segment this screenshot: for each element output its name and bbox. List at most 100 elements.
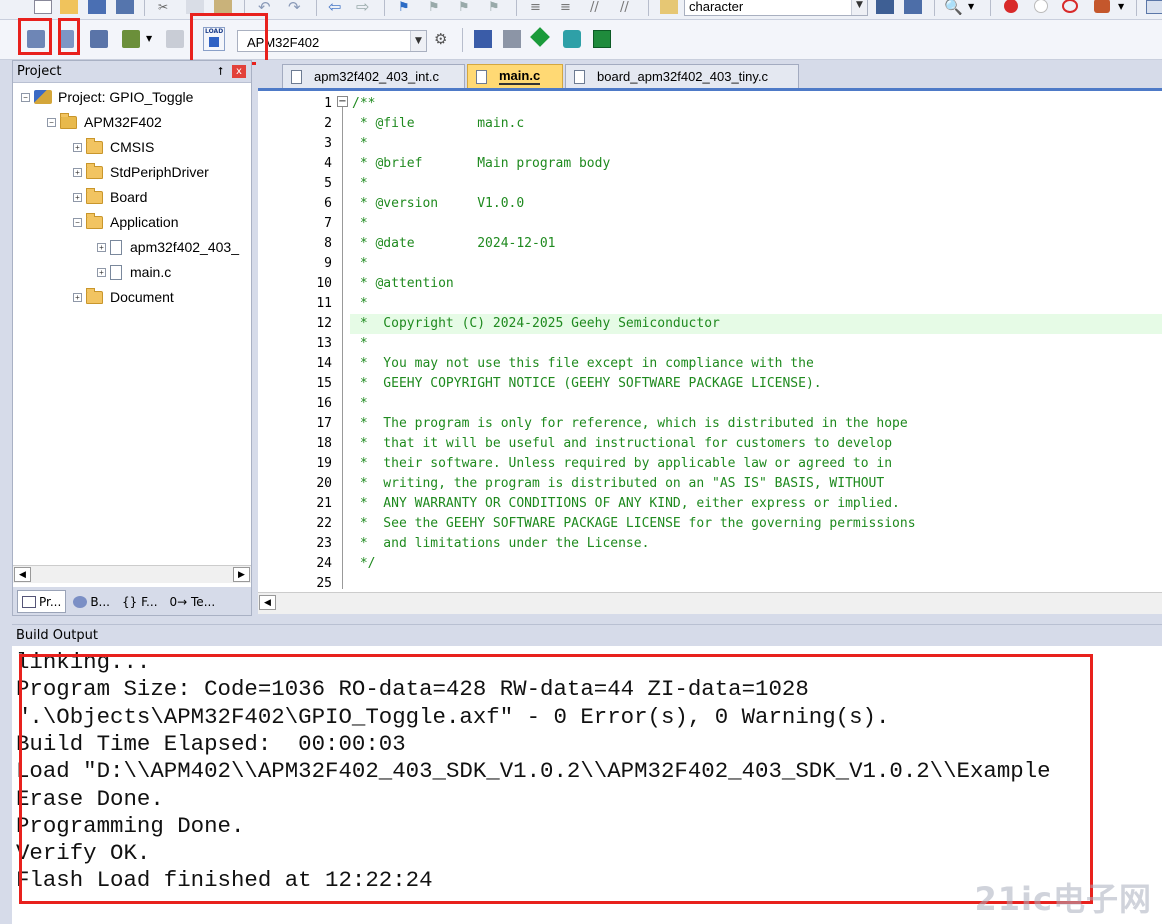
pack-installer-icon[interactable]	[563, 30, 581, 48]
tab-project[interactable]: Pr...	[17, 590, 67, 613]
redo-icon[interactable]: ↷	[288, 0, 306, 16]
rebuild-icon[interactable]	[90, 30, 108, 48]
collapse-icon[interactable]: −	[21, 92, 30, 102]
find-in-files-icon[interactable]	[660, 0, 678, 14]
tree-node-target[interactable]: − APM32F402	[47, 112, 162, 132]
editor-horizontal-scrollbar[interactable]: ◀	[258, 592, 1162, 614]
tree-node-file-int[interactable]: + apm32f402_403_	[97, 237, 239, 257]
open-folder-icon[interactable]	[60, 0, 78, 14]
next-bookmark-icon[interactable]: ⚑	[458, 0, 476, 15]
tab-main-c[interactable]: main.c	[467, 64, 563, 88]
tab-apm32f402-int[interactable]: apm32f402_403_int.c	[282, 64, 465, 88]
navigate-back-icon[interactable]: ⇦	[328, 0, 346, 16]
tree-node-file-main[interactable]: + main.c	[97, 262, 171, 282]
new-file-icon[interactable]	[34, 0, 52, 14]
line-number: 4	[324, 156, 332, 171]
kill-breakpoints-icon[interactable]	[1062, 0, 1078, 13]
manage-rte-icon[interactable]	[530, 27, 550, 47]
tree-node-group-board[interactable]: + Board	[73, 187, 147, 207]
chevron-down-icon[interactable]: ▼	[1118, 2, 1128, 20]
line-number: 11	[316, 296, 332, 311]
debug-session-icon[interactable]: 🔍	[944, 0, 963, 16]
tree-node-group-application[interactable]: − Application	[73, 212, 179, 232]
tab-functions[interactable]: {} F...	[117, 590, 163, 613]
tree-node-group-document[interactable]: + Document	[73, 287, 174, 307]
translate-icon[interactable]	[27, 30, 45, 48]
software-packs-icon[interactable]	[593, 30, 611, 48]
find-icon[interactable]	[876, 0, 894, 14]
tab-books[interactable]: B...	[68, 590, 115, 613]
expand-icon[interactable]: +	[73, 192, 82, 202]
find-combobox[interactable]: character ▼	[684, 0, 868, 16]
save-icon[interactable]	[88, 0, 106, 14]
unindent-icon[interactable]: ≡	[560, 0, 578, 15]
copy-icon[interactable]	[186, 0, 204, 14]
file-icon	[291, 69, 302, 84]
bookmark-icon[interactable]: ⚑	[398, 0, 416, 15]
tree-node-group-stdperiph[interactable]: + StdPeriphDriver	[73, 162, 209, 182]
build-output-line: Programming Done.	[16, 812, 245, 839]
close-icon[interactable]: x	[232, 65, 246, 78]
code-line: /**	[352, 96, 376, 111]
folder-icon	[86, 162, 103, 179]
tree-node-group-cmsis[interactable]: + CMSIS	[73, 137, 154, 157]
line-number: 10	[316, 276, 332, 291]
build-output-panel[interactable]: linking... Program Size: Code=1036 RO-dat…	[12, 646, 1162, 924]
prev-bookmark-icon[interactable]: ⚑	[428, 0, 446, 15]
navigate-forward-icon[interactable]: ⇨	[356, 0, 374, 16]
chevron-down-icon[interactable]: ▼	[851, 0, 867, 15]
batch-build-icon[interactable]	[122, 30, 140, 48]
expand-icon[interactable]: +	[73, 167, 82, 177]
paste-icon[interactable]	[214, 0, 232, 14]
line-number: 6	[324, 196, 332, 211]
chevron-down-icon[interactable]: ▼	[968, 2, 978, 20]
disable-breakpoint-icon[interactable]	[1034, 0, 1048, 13]
configure-tools-icon[interactable]	[1094, 0, 1110, 13]
collapse-icon[interactable]: −	[47, 117, 56, 127]
scroll-right-icon[interactable]: ▶	[233, 567, 250, 582]
pin-icon[interactable]: ⭡	[218, 65, 223, 79]
expand-icon[interactable]: +	[73, 142, 82, 152]
fold-collapse-icon[interactable]: −	[337, 96, 348, 107]
tab-board-tiny[interactable]: board_apm32f402_403_tiny.c	[565, 64, 799, 88]
code-editor[interactable]: 1 2 3 4 5 6 7 8 9 10 11 12 13 14 15 16 17 18 19 20 21 22 23 24 2…	[258, 88, 1162, 614]
comment-icon[interactable]: //	[590, 0, 608, 15]
build-output-header: Build Output	[12, 624, 1162, 646]
indent-icon[interactable]: ≡	[530, 0, 548, 15]
line-number: 7	[324, 216, 332, 231]
scroll-left-icon[interactable]: ◀	[259, 595, 276, 610]
uncomment-icon[interactable]: //	[620, 0, 638, 15]
collapse-icon[interactable]: −	[73, 217, 82, 227]
download-load-icon[interactable]: LOAD	[203, 27, 225, 51]
clear-bookmarks-icon[interactable]: ⚑	[488, 0, 506, 15]
window-icon[interactable]	[1146, 0, 1162, 14]
line-number-gutter: 1 2 3 4 5 6 7 8 9 10 11 12 13 14 15 16 17 18 19 20 21 22 23 24 2…	[258, 91, 336, 591]
stop-build-icon[interactable]	[166, 30, 184, 48]
undo-icon[interactable]: ↶	[258, 0, 276, 16]
build-output-line: Build Time Elapsed: 00:00:03	[16, 730, 406, 757]
expand-icon[interactable]: +	[97, 242, 106, 252]
folder-icon	[86, 287, 103, 304]
select-packs-icon[interactable]	[503, 30, 521, 48]
folder-icon	[86, 187, 103, 204]
build-output-line: Load "D:\\APM402\\APM32F402_403_SDK_V1.0…	[16, 758, 1051, 785]
save-all-icon[interactable]	[116, 0, 134, 14]
tab-label: board_apm32f402_403_tiny.c	[597, 69, 769, 84]
chevron-down-icon[interactable]: ▼	[410, 31, 426, 51]
horizontal-scrollbar[interactable]: ◀ ▶	[13, 565, 251, 583]
chevron-down-icon[interactable]: ▼	[146, 34, 156, 52]
code-line: * that it will be useful and instruction…	[352, 436, 893, 451]
incremental-find-icon[interactable]	[904, 0, 922, 14]
cut-icon[interactable]: ✂	[158, 0, 176, 14]
options-for-target-icon[interactable]: ⚙	[434, 30, 452, 48]
tree-node-project[interactable]: − Project: GPIO_Toggle	[21, 87, 193, 107]
expand-icon[interactable]: +	[97, 267, 106, 277]
breakpoint-icon[interactable]	[1004, 0, 1018, 13]
manage-project-items-icon[interactable]	[474, 30, 492, 48]
build-icon[interactable]	[60, 30, 74, 48]
tab-templates[interactable]: 0→ Te...	[164, 590, 221, 613]
scroll-left-icon[interactable]: ◀	[14, 567, 31, 582]
target-select[interactable]: APM32F402 ▼	[237, 30, 427, 52]
find-text: character	[689, 0, 744, 14]
expand-icon[interactable]: +	[73, 292, 82, 302]
